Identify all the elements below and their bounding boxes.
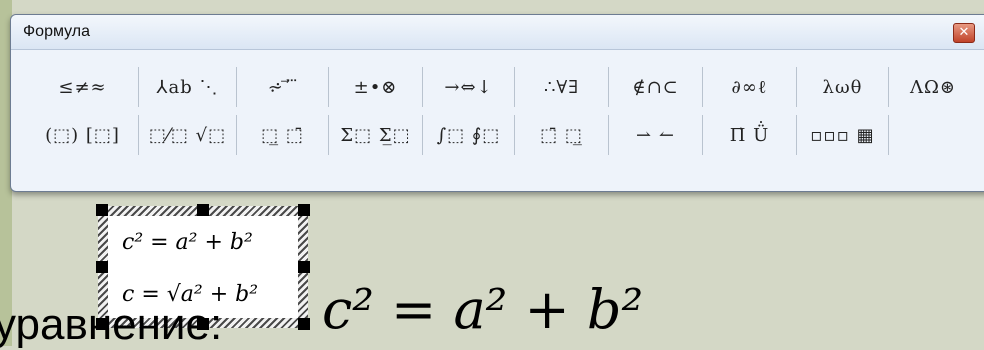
- greek-lower-palette-button[interactable]: λωθ: [797, 67, 889, 107]
- products-template-button[interactable]: Π̇ Ü̇: [703, 115, 797, 155]
- overbar-underbar-template-button[interactable]: ⬚̄ ⬚̲: [515, 115, 609, 155]
- misc-symbols-palette-button[interactable]: ∂∞ℓ: [703, 67, 797, 107]
- subscript-superscript-template-button[interactable]: ⬚̲ ⬚̄: [237, 115, 329, 155]
- close-icon[interactable]: ✕: [953, 23, 975, 43]
- resize-handle-bottom-right[interactable]: [298, 318, 310, 330]
- matrix-template-button[interactable]: ▫▫▫ ▦: [797, 115, 889, 155]
- formula-toolbar: ≤≠≈ ⅄ab ⋱ ⩫ ⃗ ⃛ ±•⊗ →⇔↓ ∴∀∃ ∉∩⊂ ∂∞ℓ λωθ …: [27, 59, 984, 179]
- greek-upper-palette-button[interactable]: ΛΩ⊛: [889, 67, 977, 107]
- slide-caption: уравнение:: [0, 300, 223, 349]
- resize-handle-top-right[interactable]: [298, 204, 310, 216]
- toolbar-row-templates: (⬚) [⬚] ⬚⁄⬚ √⬚ ⬚̲ ⬚̄ Σ⬚ Σ̲⬚ ∫⬚ ∮⬚ ⬚̄ ⬚̲ …: [27, 115, 977, 155]
- relations-palette-button[interactable]: ≤≠≈: [27, 67, 139, 107]
- embellishments-palette-button[interactable]: ⩫ ⃗ ⃛: [237, 67, 329, 107]
- sets-palette-button[interactable]: ∉∩⊂: [609, 67, 703, 107]
- operators-palette-button[interactable]: ±•⊗: [329, 67, 423, 107]
- labeled-arrow-template-button[interactable]: ⇀ ↼: [609, 115, 703, 155]
- empty-template-slot: [889, 115, 977, 155]
- toolbar-row-symbols: ≤≠≈ ⅄ab ⋱ ⩫ ⃗ ⃛ ±•⊗ →⇔↓ ∴∀∃ ∉∩⊂ ∂∞ℓ λωθ …: [27, 67, 977, 107]
- arrows-palette-button[interactable]: →⇔↓: [423, 67, 515, 107]
- resize-handle-right[interactable]: [298, 261, 310, 273]
- window-titlebar: Формула ✕: [11, 15, 984, 50]
- summation-template-button[interactable]: Σ⬚ Σ̲⬚: [329, 115, 423, 155]
- fences-template-button[interactable]: (⬚) [⬚]: [27, 115, 139, 155]
- formula-window: Формула ✕ ≤≠≈ ⅄ab ⋱ ⩫ ⃗ ⃛ ±•⊗ →⇔↓ ∴∀∃ ∉∩…: [10, 14, 984, 192]
- resize-handle-top-left[interactable]: [96, 204, 108, 216]
- resize-handle-left[interactable]: [96, 261, 108, 273]
- integral-template-button[interactable]: ∫⬚ ∮⬚: [423, 115, 515, 155]
- equation-line-1: c² = a² + b²: [122, 230, 253, 255]
- resize-handle-top[interactable]: [197, 204, 209, 216]
- fraction-radical-template-button[interactable]: ⬚⁄⬚ √⬚: [139, 115, 237, 155]
- spaces-palette-button[interactable]: ⅄ab ⋱: [139, 67, 237, 107]
- logic-palette-button[interactable]: ∴∀∃: [515, 67, 609, 107]
- window-title: Формула: [23, 23, 91, 40]
- slide-equation: c² = a² + b²: [322, 278, 644, 341]
